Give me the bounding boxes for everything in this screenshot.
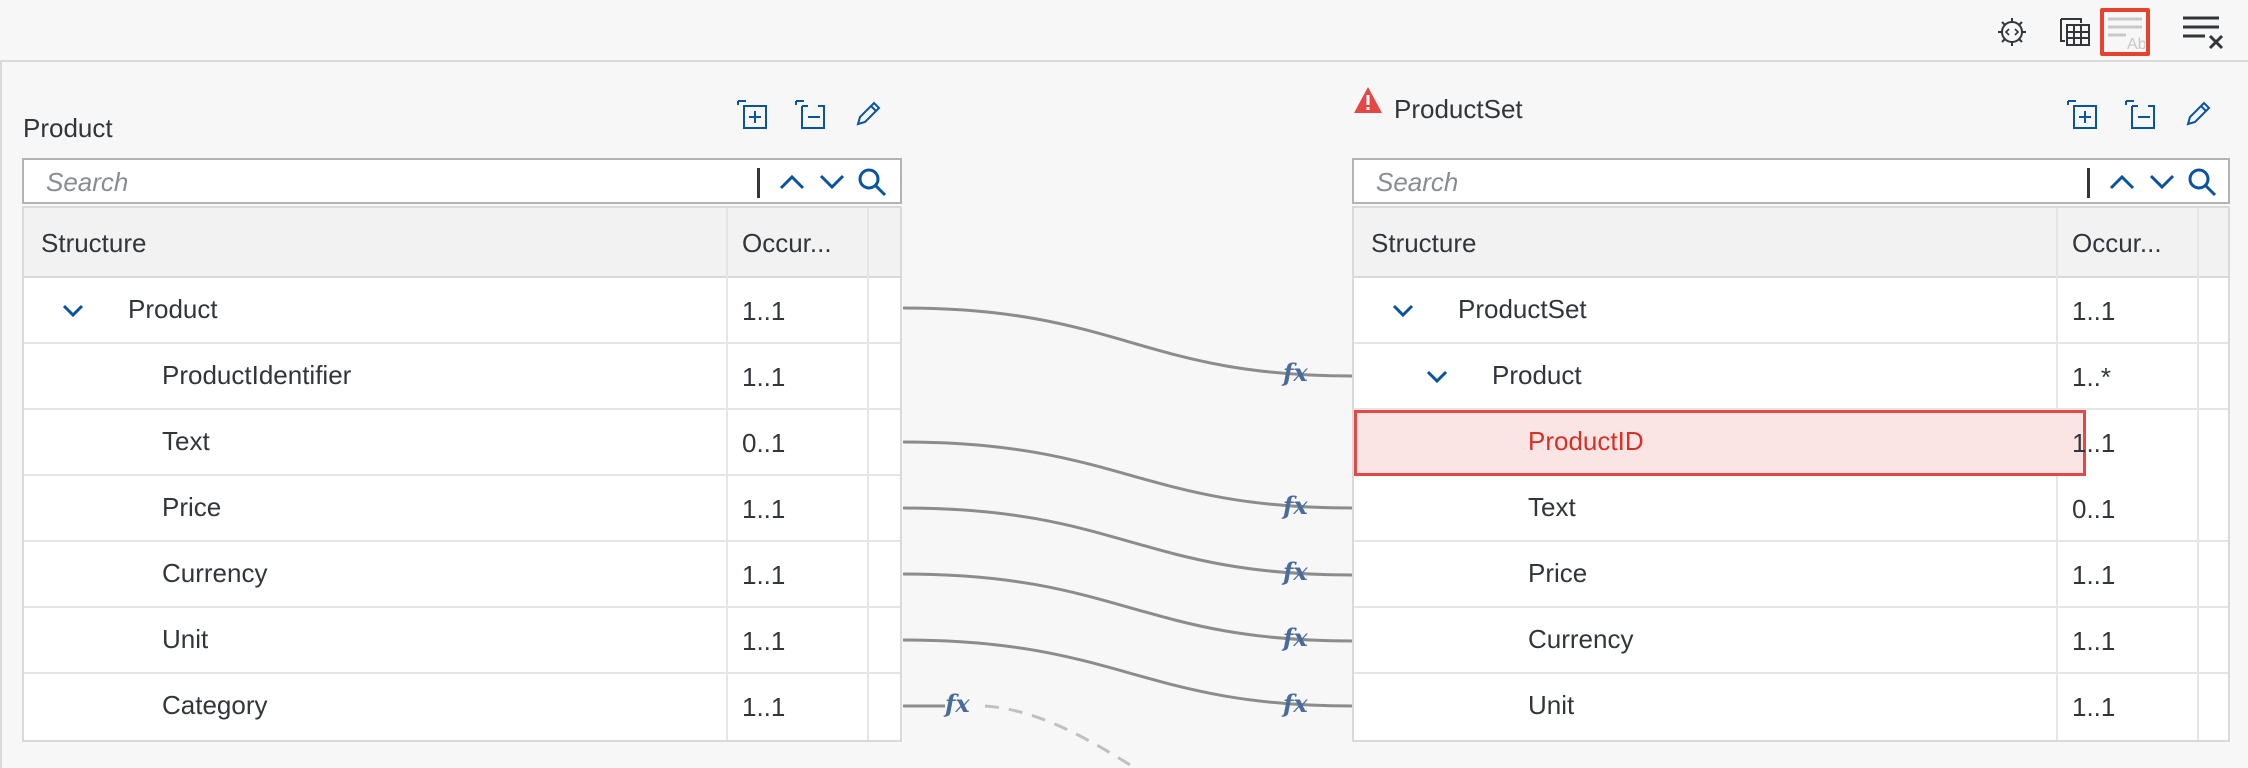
chevron-down-icon[interactable] <box>58 296 88 326</box>
right-search-field[interactable] <box>1352 158 2230 204</box>
table-row[interactable]: Currency 1..1 <box>24 542 900 608</box>
chevron-down-icon[interactable] <box>1388 296 1418 326</box>
node-label: Price <box>1528 558 1588 588</box>
occurrence-value: 1..1 <box>2072 560 2116 590</box>
collapse-node-icon[interactable] <box>2118 92 2162 136</box>
edit-pencil-icon[interactable] <box>846 92 890 136</box>
node-label: Currency <box>1528 624 1634 654</box>
chevron-down-icon[interactable] <box>1422 362 1452 392</box>
node-label: ProductID <box>1528 426 1644 456</box>
right-structure-table: Structure Occur... ProductSet 1..1 Produ… <box>1352 206 2230 742</box>
column-header-occurrence[interactable]: Occur... <box>2072 228 2162 259</box>
table-header: Structure Occur... <box>24 208 900 278</box>
table-row[interactable]: Unit 1..1 <box>1354 674 2228 740</box>
text-caret <box>2087 168 2090 198</box>
occurrence-value: 1..1 <box>742 494 786 524</box>
column-header-structure[interactable]: Structure <box>41 228 147 259</box>
occurrence-value: 1..1 <box>2072 692 2116 722</box>
function-icon[interactable]: fx <box>1283 623 1308 652</box>
search-next-icon[interactable] <box>814 164 850 200</box>
occurrence-value: 0..1 <box>742 428 786 458</box>
table-row[interactable]: Text 0..1 <box>1354 476 2228 542</box>
add-node-icon[interactable] <box>2060 92 2104 136</box>
edit-pencil-icon[interactable] <box>2176 92 2220 136</box>
top-toolbar: Ab <box>0 0 2248 62</box>
function-icon[interactable]: fx <box>1283 557 1308 586</box>
show-text-icon[interactable]: Ab <box>2100 8 2150 56</box>
right-pane-title: ProductSet <box>1394 94 1523 124</box>
right-search-input[interactable] <box>1374 166 2038 198</box>
left-search-input[interactable] <box>44 166 708 198</box>
occurrence-value: 1..1 <box>742 560 786 590</box>
function-icon[interactable]: fx <box>1283 358 1308 387</box>
left-edge <box>0 0 2 768</box>
node-label: Product <box>128 294 218 324</box>
left-pane-title: Product <box>23 113 113 143</box>
search-prev-icon[interactable] <box>2104 164 2140 200</box>
clear-mappings-icon[interactable] <box>2178 8 2228 56</box>
occurrence-value: 1..1 <box>742 362 786 392</box>
warning-icon <box>1350 82 1386 118</box>
search-prev-icon[interactable] <box>774 164 810 200</box>
add-node-icon[interactable] <box>730 92 774 136</box>
occurrence-value: 1..1 <box>2072 428 2116 458</box>
search-icon[interactable] <box>2184 164 2220 200</box>
table-row[interactable]: Price 1..1 <box>1354 542 2228 608</box>
table-row-error[interactable]: ProductID 1..1 <box>1354 410 2115 476</box>
function-icon[interactable]: fx <box>945 689 970 718</box>
table-row[interactable]: Product 1..* <box>1354 344 2228 410</box>
text-caret <box>757 168 760 198</box>
occurrence-value: 1..1 <box>742 626 786 656</box>
occurrence-value: 1..1 <box>742 296 786 326</box>
gear-code-icon[interactable] <box>1987 8 2037 56</box>
occurrence-value: 1..1 <box>2072 626 2116 656</box>
node-label: Price <box>162 492 222 522</box>
occurrence-value: 1..* <box>2072 362 2112 392</box>
table-row[interactable]: Product 1..1 <box>24 278 900 344</box>
function-icon[interactable]: fx <box>1283 491 1308 520</box>
node-label: Text <box>1528 492 1576 522</box>
function-icon[interactable]: fx <box>1283 689 1308 718</box>
table-calc-icon[interactable] <box>2050 8 2100 56</box>
occurrence-value: 0..1 <box>2072 494 2116 524</box>
table-row[interactable]: Currency 1..1 <box>1354 608 2228 674</box>
node-label: Product <box>1492 360 1582 390</box>
table-row[interactable]: Text 0..1 <box>24 410 900 476</box>
column-header-occurrence[interactable]: Occur... <box>742 228 832 259</box>
column-header-structure[interactable]: Structure <box>1371 228 1477 259</box>
table-row[interactable]: Price 1..1 <box>24 476 900 542</box>
left-structure-table: Structure Occur... Product 1..1 ProductI… <box>22 206 902 742</box>
occurrence-value: 1..1 <box>2072 296 2116 326</box>
table-row[interactable]: Category 1..1 <box>24 674 900 740</box>
occurrence-value: 1..1 <box>742 692 786 722</box>
left-search-field[interactable] <box>22 158 902 204</box>
mapping-line-category-dashed <box>984 704 1136 768</box>
node-label: ProductIdentifier <box>162 360 352 390</box>
collapse-node-icon[interactable] <box>788 92 832 136</box>
search-icon[interactable] <box>854 164 890 200</box>
node-label: Currency <box>162 558 268 588</box>
table-row[interactable]: Unit 1..1 <box>24 608 900 674</box>
table-row[interactable]: ProductSet 1..1 <box>1354 278 2228 344</box>
node-label: Text <box>162 426 210 456</box>
svg-text:Ab: Ab <box>2127 36 2145 51</box>
node-label: Category <box>162 690 268 720</box>
node-label: Unit <box>1528 690 1575 720</box>
table-row[interactable]: ProductIdentifier 1..1 <box>24 344 900 410</box>
table-header: Structure Occur... <box>1354 208 2228 278</box>
node-label: Unit <box>162 624 209 654</box>
search-next-icon[interactable] <box>2144 164 2180 200</box>
node-label: ProductSet <box>1458 294 1587 324</box>
